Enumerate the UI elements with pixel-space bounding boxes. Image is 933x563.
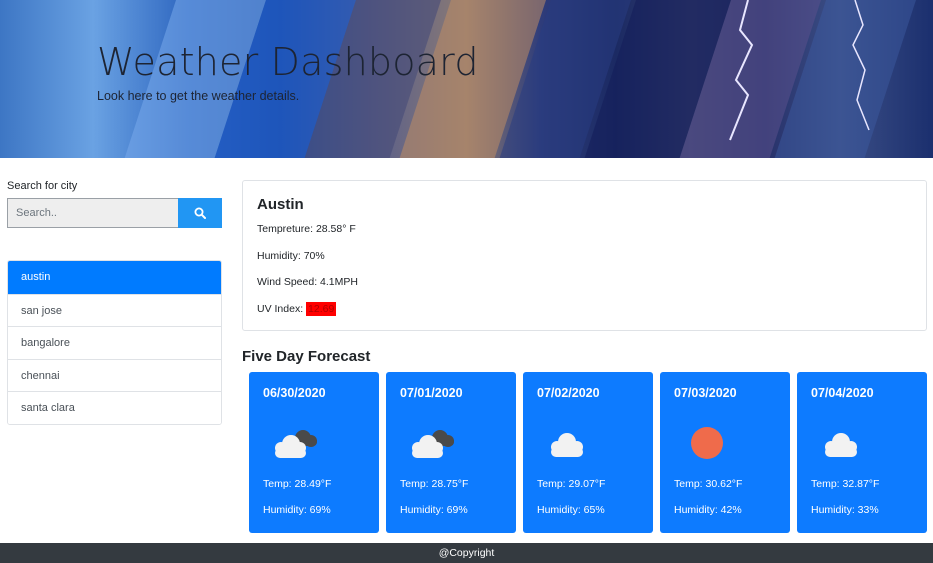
current-city-name: Austin	[257, 196, 304, 213]
forecast-humidity: Humidity: 69%	[263, 504, 331, 516]
forecast-card: 07/04/2020 Temp: 32.87°F Humidity: 33%	[797, 372, 927, 533]
city-item-san-jose[interactable]: san jose	[8, 293, 221, 326]
temperature-value: 28.58° F	[315, 223, 356, 235]
forecast-humidity: Humidity: 42%	[674, 504, 742, 516]
sun-icon	[691, 427, 723, 459]
humidity-value: 70%	[303, 249, 325, 262]
city-item-bangalore[interactable]: bangalore	[8, 326, 221, 359]
forecast-row: 06/30/2020 Temp: 28.49°F Humidity: 69% 0…	[249, 372, 927, 533]
copyright-text: @Copyright	[438, 547, 495, 559]
forecast-date: 07/03/2020	[674, 386, 737, 400]
temperature-row: Tempreture: 28.58° F	[257, 223, 912, 250]
forecast-date: 06/30/2020	[263, 386, 326, 400]
dark-clouds-icon	[275, 430, 317, 458]
footer: @Copyright	[0, 543, 933, 563]
forecast-date: 07/04/2020	[811, 386, 874, 400]
search-label: Search for city	[7, 180, 78, 192]
forecast-temp: Temp: 30.62°F	[674, 478, 743, 490]
search-icon	[194, 207, 206, 219]
city-history-list: austin san jose bangalore chennai santa …	[7, 260, 222, 425]
forecast-temp: Temp: 28.75°F	[400, 478, 469, 490]
cloud-icon	[551, 433, 583, 457]
forecast-date: 07/01/2020	[400, 386, 463, 400]
humidity-row: Humidity: 70%	[257, 250, 912, 277]
uv-row: UV Index: 12.69	[257, 302, 912, 330]
wind-row: Wind Speed: 4.1MPH	[257, 276, 912, 303]
forecast-temp: Temp: 28.49°F	[263, 478, 332, 490]
forecast-card: 07/01/2020 Temp: 28.75°F Humidity: 69%	[386, 372, 516, 533]
search-bar	[7, 198, 222, 228]
forecast-date: 07/02/2020	[537, 386, 600, 400]
current-weather-card: Austin Tempreture: 28.58° F Humidity: 70…	[242, 180, 927, 331]
lightning-icon	[852, 0, 870, 131]
wind-label: Wind Speed:	[257, 276, 318, 289]
forecast-humidity: Humidity: 69%	[400, 504, 468, 516]
cloud-icon	[825, 433, 857, 457]
forecast-card: 06/30/2020 Temp: 28.49°F Humidity: 69%	[249, 372, 379, 533]
wind-value: 4.1MPH	[320, 276, 358, 289]
hero-banner: Weather Dashboard Look here to get the w…	[0, 0, 933, 158]
forecast-title: Five Day Forecast	[242, 348, 371, 365]
forecast-card: 07/03/2020 Temp: 30.62°F Humidity: 42%	[660, 372, 790, 533]
forecast-card: 07/02/2020 Temp: 29.07°F Humidity: 65%	[523, 372, 653, 533]
forecast-humidity: Humidity: 65%	[537, 504, 605, 516]
forecast-humidity: Humidity: 33%	[811, 504, 879, 516]
humidity-label: Humidity:	[257, 249, 301, 262]
temperature-label: Tempreture:	[257, 223, 314, 235]
lightning-icon	[729, 0, 754, 141]
city-item-chennai[interactable]: chennai	[8, 358, 221, 391]
page-title: Weather Dashboard	[97, 40, 479, 84]
page-subtitle: Look here to get the weather details.	[97, 89, 300, 103]
uv-label: UV Index:	[257, 303, 304, 316]
forecast-temp: Temp: 32.87°F	[811, 478, 880, 490]
city-item-austin[interactable]: austin	[8, 261, 221, 294]
forecast-temp: Temp: 29.07°F	[537, 478, 606, 490]
search-button[interactable]	[178, 198, 222, 228]
uv-index-badge: 12.69	[306, 302, 337, 317]
city-item-santa-clara[interactable]: santa clara	[8, 391, 221, 424]
search-input[interactable]	[7, 198, 178, 228]
dark-clouds-icon	[412, 430, 454, 458]
